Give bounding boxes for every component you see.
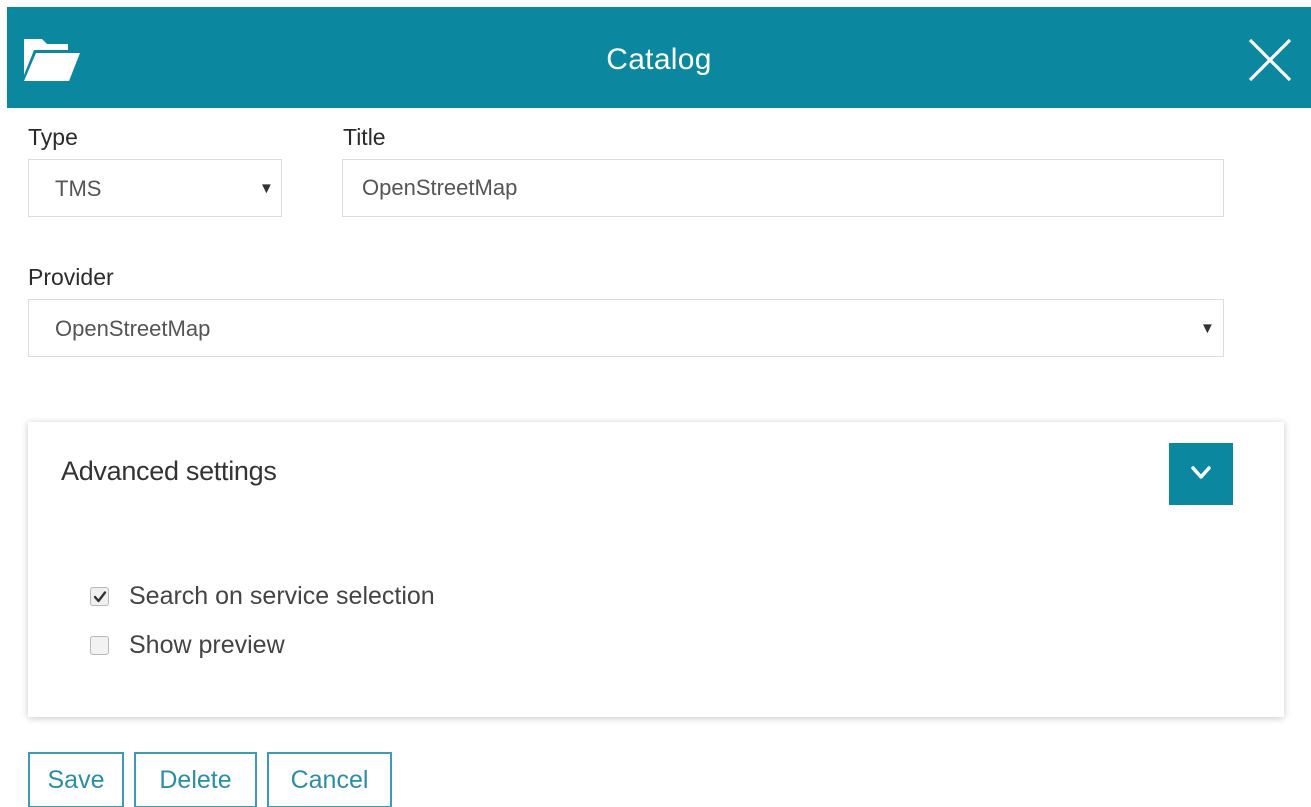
advanced-settings-panel: Advanced settings Search on service sele… <box>28 422 1284 717</box>
show-preview-label: Show preview <box>129 631 285 659</box>
show-preview-checkbox[interactable] <box>90 636 109 655</box>
provider-label: Provider <box>28 264 114 290</box>
delete-button[interactable]: Delete <box>134 752 257 807</box>
checkmark-icon <box>93 591 107 603</box>
dropdown-arrow-icon: ▼ <box>1200 320 1215 337</box>
provider-select-value: OpenStreetMap <box>55 316 211 341</box>
cancel-button[interactable]: Cancel <box>267 752 392 807</box>
search-on-selection-label: Search on service selection <box>129 582 435 610</box>
type-label: Type <box>28 124 78 150</box>
advanced-settings-toggle-button[interactable] <box>1169 443 1233 505</box>
save-button[interactable]: Save <box>28 752 124 807</box>
dialog-title: Catalog <box>606 43 712 76</box>
type-select-value: TMS <box>55 176 102 201</box>
dropdown-arrow-icon: ▼ <box>259 180 274 197</box>
search-on-selection-checkbox[interactable] <box>90 587 109 606</box>
title-label: Title <box>343 124 386 150</box>
dialog-header: Catalog <box>7 7 1311 108</box>
close-icon[interactable] <box>1245 35 1295 85</box>
type-select[interactable]: TMS ▼ <box>28 159 282 217</box>
advanced-settings-title: Advanced settings <box>61 456 277 486</box>
provider-select[interactable]: OpenStreetMap ▼ <box>28 299 1224 357</box>
chevron-down-icon <box>1191 466 1211 479</box>
title-input[interactable] <box>342 159 1224 217</box>
